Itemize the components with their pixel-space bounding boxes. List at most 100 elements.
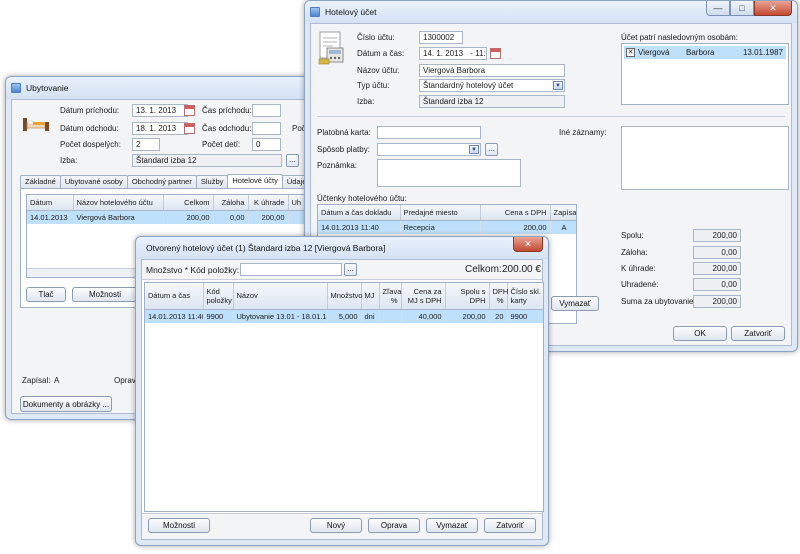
datum-cas-label: Dátum a čas:	[357, 49, 405, 58]
hotelovy-title: Hotelový účet	[325, 7, 377, 17]
poznamka-input[interactable]	[377, 159, 521, 187]
pocet-dospelych-label: Počet dospelých:	[60, 140, 121, 149]
dropdown-arrow-icon[interactable]: ▼	[469, 145, 479, 154]
minimize-icon[interactable]: —	[706, 1, 730, 16]
col-celkom[interactable]: Celkom	[163, 195, 214, 211]
cell: dni	[361, 309, 380, 323]
moznosti-button[interactable]: Možnosti	[148, 518, 210, 533]
novy-button[interactable]: Nový	[310, 518, 362, 533]
cell: 14.01.2013 11:40	[145, 309, 204, 323]
kod-browse-button[interactable]: ...	[344, 263, 357, 276]
cell: 9900	[507, 309, 543, 323]
tab-sluzby[interactable]: Služby	[195, 175, 229, 188]
izba-input: Štandard izba 12	[419, 95, 565, 108]
otvoreny-client: Množstvo * Kód položky: ... Celkom: 200.…	[141, 259, 544, 540]
izba-label: Izba:	[357, 97, 375, 106]
cell: 0,00	[213, 210, 249, 224]
close-icon[interactable]: ✕	[513, 237, 543, 252]
vymazat-uctenku-button[interactable]: Vymazať	[551, 296, 599, 311]
izba-label: Izba:	[60, 156, 78, 165]
col-datum-cas[interactable]: Dátum a čas dokladu	[318, 205, 401, 221]
tlac-button[interactable]: Tlač	[26, 287, 66, 302]
ine-zaznamy-input[interactable]	[621, 126, 789, 190]
col-predajne-miesto[interactable]: Predajné miesto	[400, 205, 481, 221]
list-item[interactable]: ✕ Viergová Barbora 13.01.1987	[624, 46, 786, 59]
suma-value: 200,00	[693, 295, 741, 308]
hotelovy-titlebar[interactable]: Hotelový účet — □ ✕	[305, 1, 797, 23]
cell: 14.01.2013	[27, 210, 74, 224]
cas-prichodu-input[interactable]	[252, 104, 281, 117]
col-nazov[interactable]: Názov hotelového účtu	[73, 195, 164, 211]
zatvorit-button[interactable]: Zatvoriť	[484, 518, 536, 533]
col-mj[interactable]: MJ	[361, 283, 380, 310]
nazov-uctu-input[interactable]: Viergová Barbora	[419, 64, 565, 77]
cas-prichodu-label: Čas príchodu:	[202, 106, 252, 115]
izba-input[interactable]: Štandard izba 12	[132, 154, 282, 167]
cell: 200,00	[445, 309, 490, 323]
divider	[317, 116, 785, 117]
datum-prichodu-input[interactable]: 13. 1. 2013	[132, 104, 188, 117]
dokumenty-button[interactable]: Dokumenty a obrázky ...	[20, 396, 112, 412]
osoba-priezvisko: Viergová	[638, 48, 670, 57]
window-controls: ✕	[513, 237, 543, 252]
moznosti-button[interactable]: Možnosti	[72, 287, 138, 302]
cell: 5,000	[327, 309, 362, 323]
col-zapisal[interactable]: Zapísal	[550, 205, 576, 221]
dropdown-arrow-icon[interactable]: ▼	[553, 81, 563, 90]
close-icon[interactable]: ✕	[754, 1, 792, 16]
datum-cas-input[interactable]: 14. 1. 2013 - 11:40	[419, 47, 487, 60]
calendar-icon[interactable]	[184, 123, 195, 134]
cell: Recepcia	[400, 220, 481, 234]
oprava-button[interactable]: Oprava	[368, 518, 420, 533]
osoby-list: ✕ Viergová Barbora 13.01.1987	[621, 43, 789, 105]
col-datum[interactable]: Dátum	[27, 195, 74, 211]
col-zaloha[interactable]: Záloha	[213, 195, 249, 211]
zaloha-label: Záloha:	[621, 248, 648, 257]
col-spolu[interactable]: Spolu s DPH	[445, 283, 490, 310]
tab-obchodny-partner[interactable]: Obchodný partner	[126, 175, 197, 188]
platobna-karta-input[interactable]	[377, 126, 481, 139]
cell: 200,00	[248, 210, 289, 224]
maximize-icon[interactable]: □	[730, 1, 754, 16]
cas-odchodu-input[interactable]	[252, 122, 281, 135]
ine-zaznamy-label: Iné záznamy:	[559, 128, 607, 137]
grid-header-row: Dátum a čas dokladu Predajné miesto Cena…	[318, 205, 576, 221]
col-cena[interactable]: Cena s DPH	[480, 205, 551, 221]
platobna-karta-label: Platobná karta:	[317, 128, 371, 137]
ok-button[interactable]: OK	[673, 326, 727, 341]
col-cena-za-mj[interactable]: Cena za MJ s DPH	[401, 283, 446, 310]
tab-zakladne[interactable]: Základné	[20, 175, 61, 188]
vymazat-button[interactable]: Vymazať	[426, 518, 478, 533]
osoby-label: Účet patrí nasledovným osobám:	[621, 33, 738, 42]
col-cislo-skl-karty[interactable]: Číslo skl. karty	[507, 283, 543, 310]
table-row[interactable]: 14.01.2013 11:40 9900 Ubytovanie 13.01 -…	[145, 309, 543, 323]
col-kod-polozky[interactable]: Kód položky	[203, 283, 234, 310]
kod-polozky-input[interactable]	[240, 263, 342, 276]
typ-uctu-select[interactable]: Štandardný hotelový účet ▼	[419, 79, 565, 92]
pocet-dospelych-input[interactable]: 2	[132, 138, 160, 151]
zatvorit-button[interactable]: Zatvoriť	[731, 326, 785, 341]
col-k-uhrade[interactable]: K úhrade	[248, 195, 289, 211]
grid-header-row: Dátum Názov hotelového účtu Celkom Záloh…	[27, 195, 309, 211]
col-datum-cas[interactable]: Dátum a čas	[145, 283, 204, 310]
otvoreny-titlebar[interactable]: Otvorený hotelový účet (1) Štandard izba…	[136, 237, 548, 259]
calendar-icon[interactable]	[490, 48, 501, 59]
cell	[379, 309, 402, 323]
sposob-browse-button[interactable]: ...	[485, 143, 498, 156]
col-mnozstvo[interactable]: Množstvo	[327, 283, 363, 310]
col-dph[interactable]: DPH %	[489, 283, 508, 310]
tab-ubytovane-osoby[interactable]: Ubytované osoby	[59, 175, 128, 188]
tab-hotelove-ucty[interactable]: Hotelové účty	[227, 174, 283, 188]
col-nazov[interactable]: Názov	[233, 283, 328, 310]
table-row[interactable]: 14.01.2013 11:40 Recepcia 200,00 A	[318, 220, 576, 234]
checkbox-icon[interactable]: ✕	[626, 48, 635, 57]
datum-odchodu-input[interactable]: 18. 1. 2013	[132, 122, 188, 135]
ubytovanie-titlebar[interactable]: Ubytovanie	[6, 77, 312, 99]
izba-browse-button[interactable]: ...	[286, 154, 299, 167]
calendar-icon[interactable]	[184, 105, 195, 116]
cislo-uctu-input[interactable]: 1300002	[419, 31, 463, 44]
col-zlava[interactable]: Zľava %	[379, 283, 402, 310]
pocet-deti-input[interactable]: 0	[252, 138, 281, 151]
table-row[interactable]: 14.01.2013 Viergová Barbora 200,00 0,00 …	[27, 210, 309, 224]
sposob-platby-select[interactable]: ▼	[377, 143, 481, 156]
